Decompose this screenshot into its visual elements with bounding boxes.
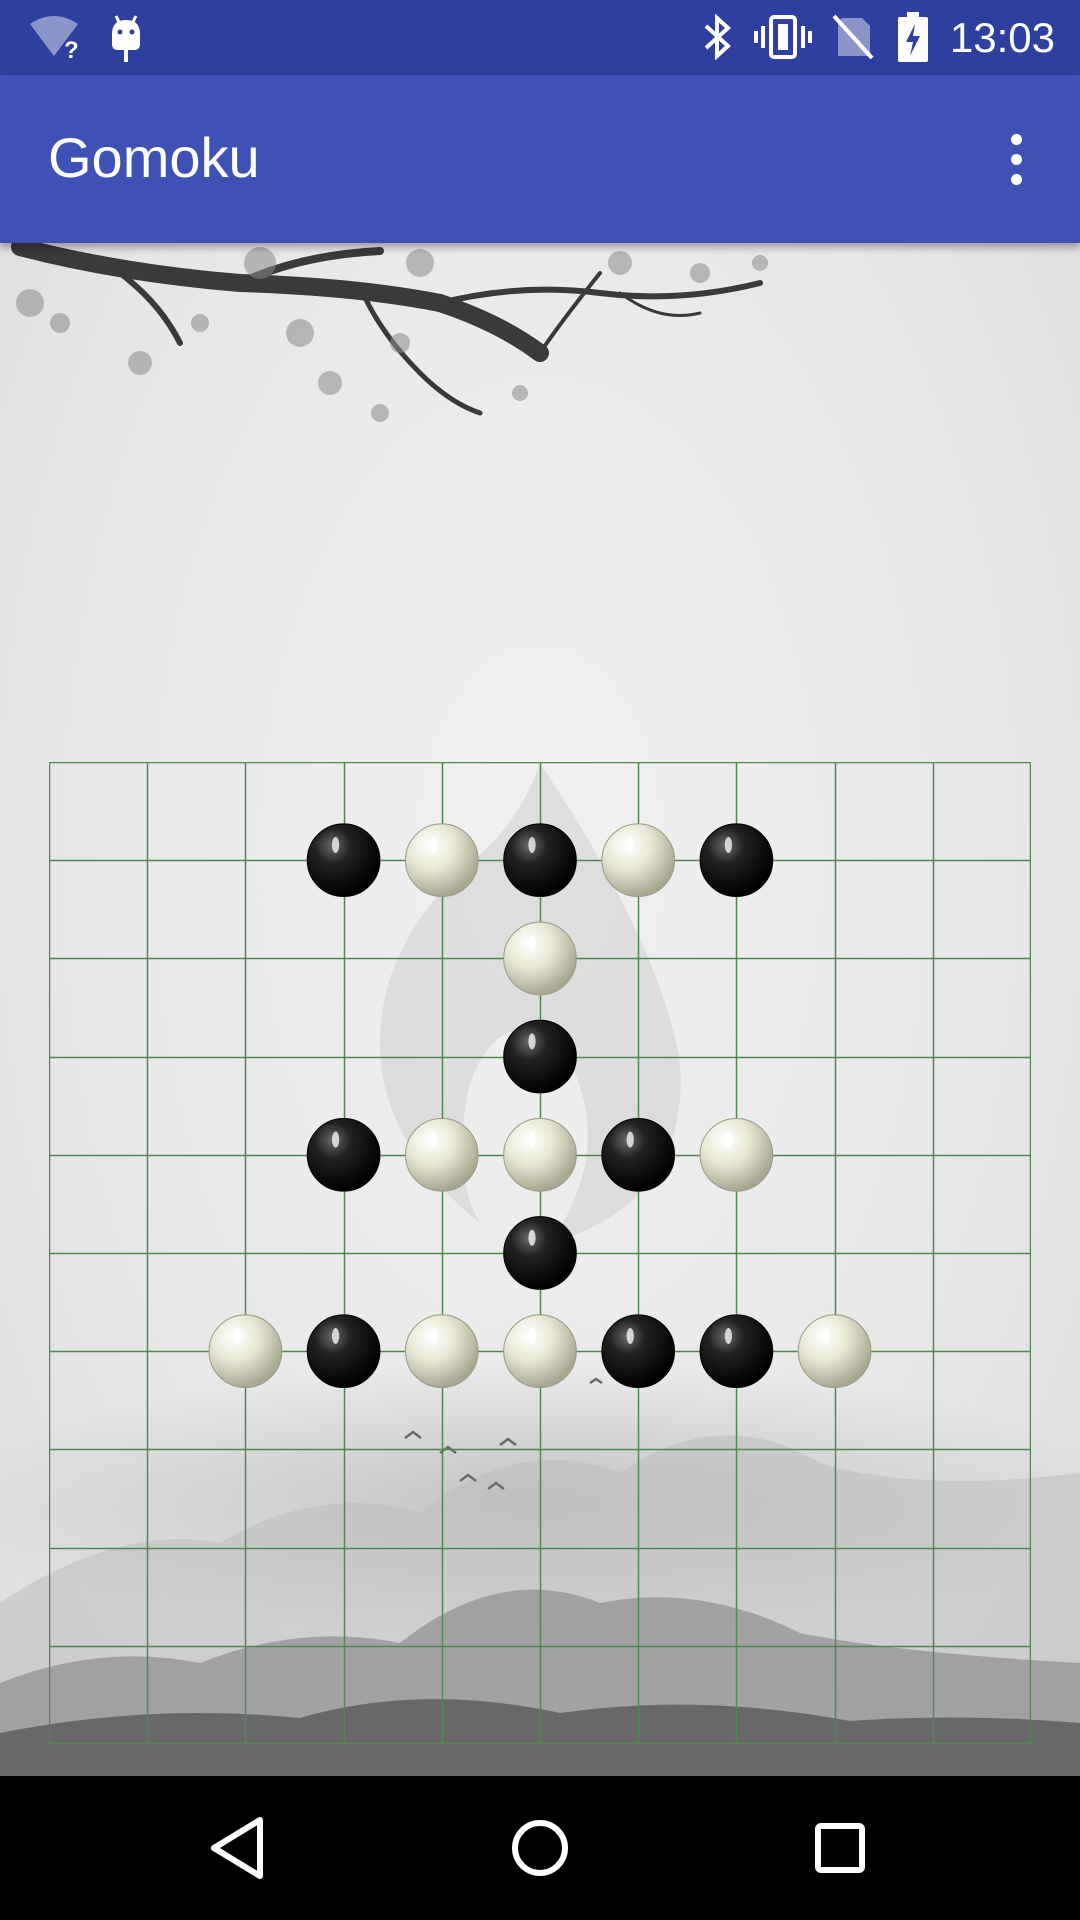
no-sim-icon [832,14,874,60]
black-stone [306,1314,381,1389]
black-stone [601,1314,676,1389]
white-stone [503,1117,577,1192]
black-stone [601,1117,676,1192]
white-stone [208,1314,283,1389]
recents-icon[interactable] [798,1806,882,1890]
game-area [0,243,1080,1776]
white-stone [404,823,479,898]
bluetooth-icon [704,14,731,60]
black-stone [699,823,774,898]
wifi-unknown-icon: ? [30,16,79,60]
back-icon[interactable] [198,1806,282,1890]
white-stone [503,1314,577,1389]
menu-dot [1010,153,1022,165]
app-bar: Gomoku [0,75,1080,243]
menu-dot [1010,133,1022,145]
status-bar: ? 13:03 [0,0,1080,75]
plum-branch-art [11,243,763,416]
black-stone [503,1216,577,1290]
android-debug-icon [112,15,140,62]
vibrate-icon [754,15,812,59]
white-stone [797,1314,872,1389]
black-stone [699,1314,774,1389]
black-stone [503,823,577,898]
white-stone [601,823,676,898]
home-icon[interactable] [498,1806,582,1890]
gomoku-board[interactable] [49,762,1031,1744]
navigation-bar [0,1776,1080,1920]
white-stone [404,1314,479,1389]
more-vert-icon[interactable] [980,123,1052,195]
white-stone [503,921,577,996]
black-stone [503,1019,577,1094]
svg-text:?: ? [64,37,79,60]
menu-dot [1010,173,1022,185]
app-title: Gomoku [48,126,260,189]
white-stone [699,1117,774,1192]
black-stone [306,823,381,898]
white-stone [404,1117,479,1192]
black-stone [306,1117,381,1192]
battery-charging-icon [898,12,928,62]
status-time: 13:03 [949,14,1055,61]
